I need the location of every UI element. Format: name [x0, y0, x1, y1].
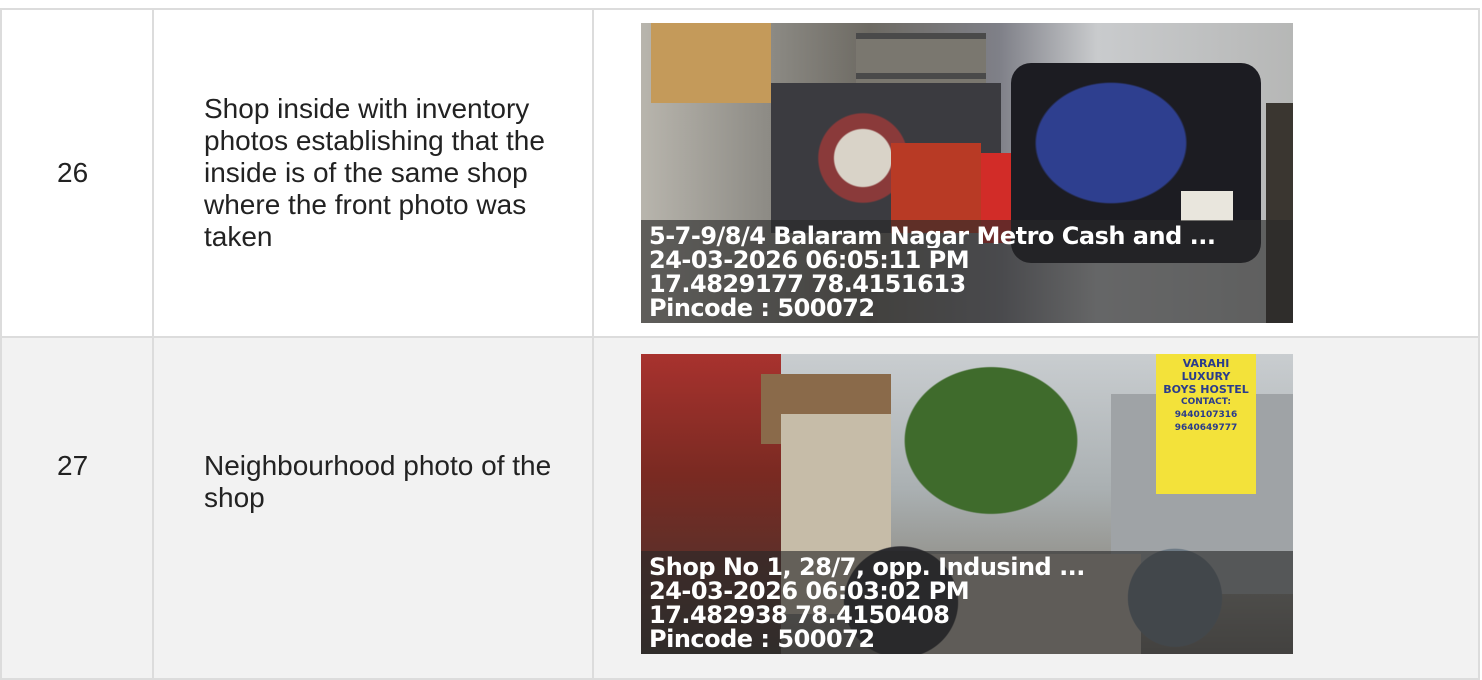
shop-inside-photo: 5-7-9/8/4 Balaram Nagar Metro Cash and .… — [641, 23, 1293, 323]
photo-geotag-caption: Shop No 1, 28/7, opp. Indusind ... 24-03… — [641, 551, 1293, 654]
caption-timestamp: 24-03-2026 06:03:02 PM — [649, 579, 970, 603]
signboard-line: VARAHI — [1182, 357, 1230, 370]
signboard-line: CONTACT: — [1180, 397, 1232, 407]
photo-geotag-caption: 5-7-9/8/4 Balaram Nagar Metro Cash and .… — [641, 220, 1293, 323]
tree — [881, 364, 1101, 534]
caption-address: 5-7-9/8/4 Balaram Nagar Metro Cash and .… — [649, 224, 1216, 248]
photo-cell: 5-7-9/8/4 Balaram Nagar Metro Cash and .… — [592, 8, 1480, 338]
photo-cell: VARAHI LUXURY BOYS HOSTEL CONTACT: 94401… — [592, 336, 1480, 680]
table-row: 27 Neighbourhood photo of the shop VARAH… — [0, 336, 1480, 680]
caption-pincode: Pincode : 500072 — [649, 296, 875, 320]
caption-address: Shop No 1, 28/7, opp. Indusind ... — [649, 555, 1085, 579]
neighbourhood-photo: VARAHI LUXURY BOYS HOSTEL CONTACT: 94401… — [641, 354, 1293, 654]
signboard-line: 9440107316 — [1174, 410, 1238, 420]
row-description: Shop inside with inventory photos establ… — [204, 93, 545, 252]
row-number: 26 — [57, 157, 89, 188]
signboard-line: 9640649777 — [1174, 423, 1238, 433]
description-cell: Shop inside with inventory photos establ… — [152, 8, 594, 338]
row-number: 27 — [57, 450, 89, 481]
report-table: 26 Shop inside with inventory photos est… — [0, 8, 1480, 680]
signboard-line: LUXURY — [1181, 370, 1231, 383]
row-description: Neighbourhood photo of the shop — [204, 450, 552, 513]
caption-pincode: Pincode : 500072 — [649, 627, 875, 651]
cardboard-box — [651, 23, 771, 103]
row-number-cell: 26 — [0, 8, 154, 338]
description-cell: Neighbourhood photo of the shop — [152, 336, 594, 680]
hostel-signboard: VARAHI LUXURY BOYS HOSTEL CONTACT: 94401… — [1156, 354, 1256, 494]
caption-timestamp: 24-03-2026 06:05:11 PM — [649, 248, 970, 272]
table-row: 26 Shop inside with inventory photos est… — [0, 8, 1480, 338]
signboard-line: BOYS HOSTEL — [1163, 383, 1249, 396]
caption-coordinates: 17.4829177 78.4151613 — [649, 272, 966, 296]
row-number-cell: 27 — [0, 336, 154, 680]
caption-coordinates: 17.482938 78.4150408 — [649, 603, 950, 627]
license-plate — [1181, 191, 1233, 221]
